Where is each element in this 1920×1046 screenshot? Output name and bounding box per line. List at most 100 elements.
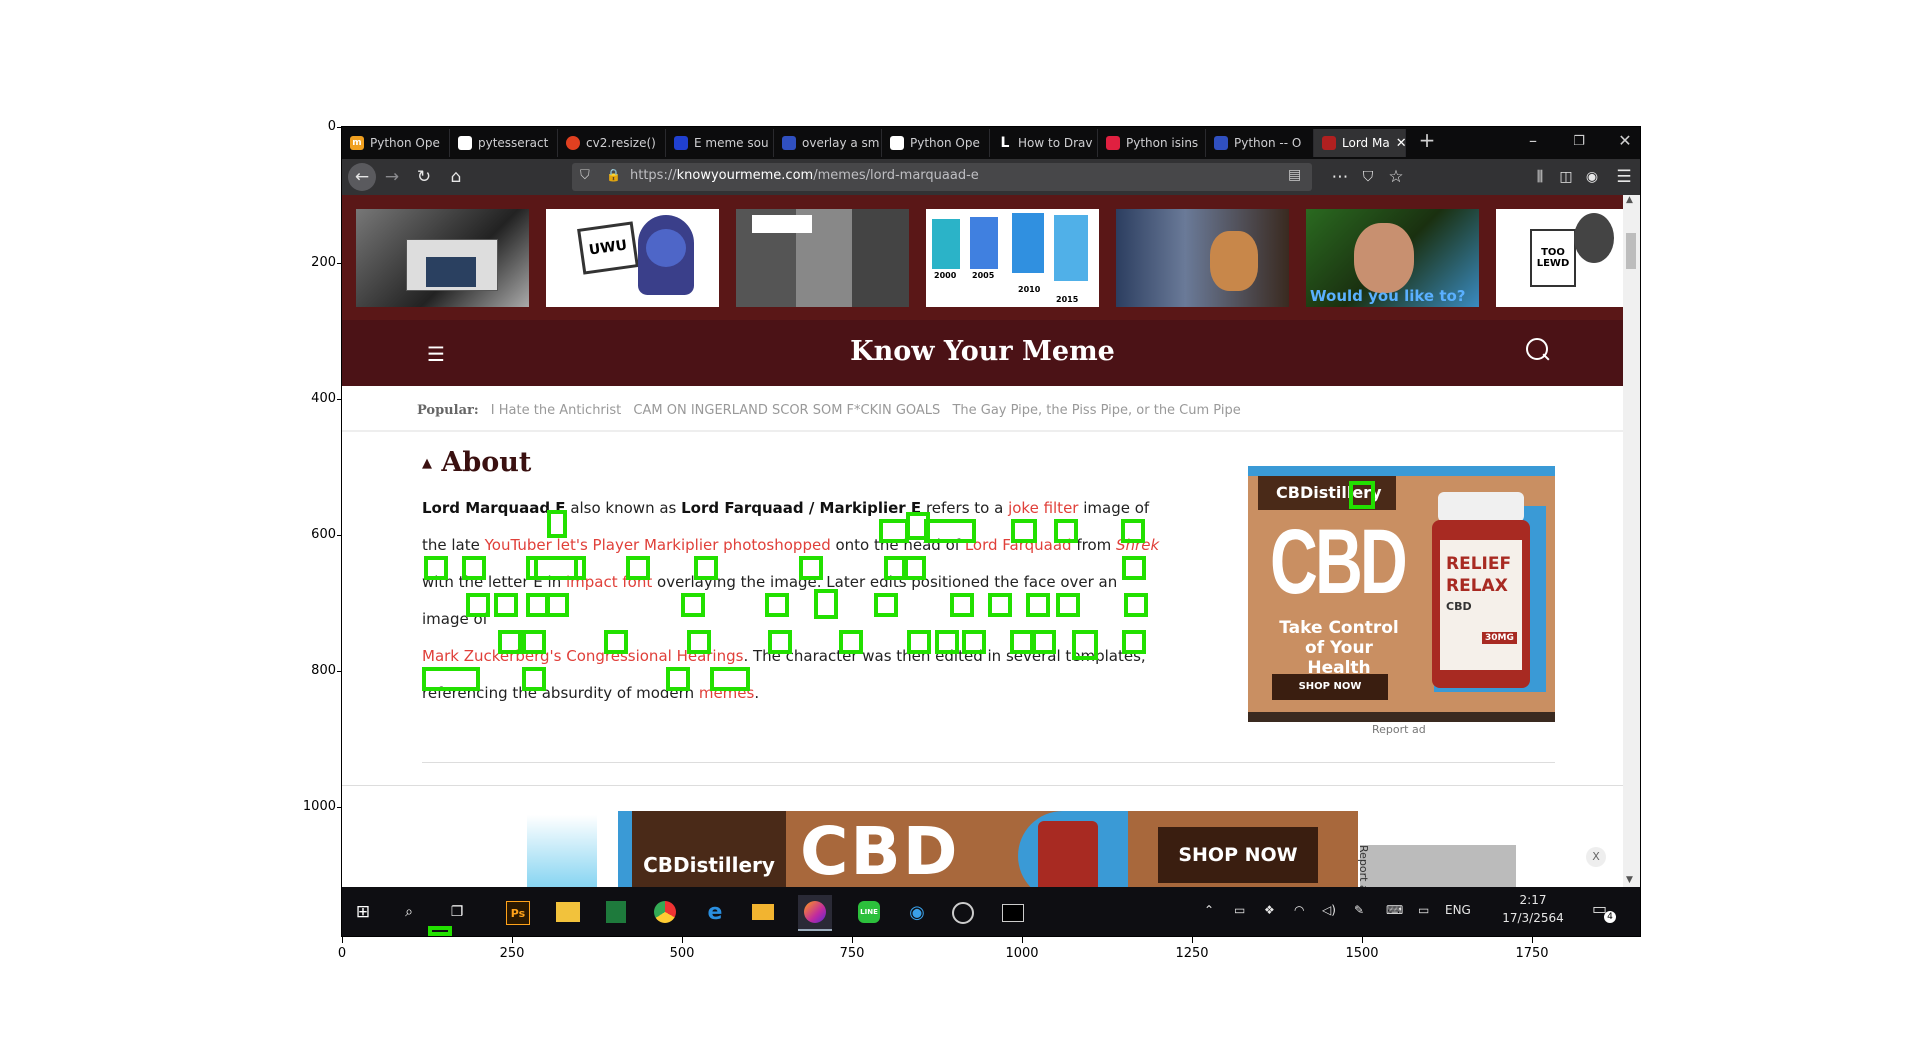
clock-time[interactable]: 2:17 (1498, 893, 1568, 907)
page-scrollbar[interactable]: ▲ ▼ (1623, 195, 1640, 887)
ocr-highlight-box (1056, 593, 1080, 617)
browser-tab[interactable]: pytesseract (450, 129, 558, 157)
x-tick: 750 (839, 946, 865, 961)
trending-thumbnail[interactable]: Would you like to? (1306, 209, 1479, 307)
ad-big-text: CBD (1270, 511, 1408, 613)
browser-tab[interactable]: Python isins (1098, 129, 1206, 157)
account-icon[interactable]: ◉ (1580, 166, 1604, 188)
site-logo[interactable]: Know Your Meme (342, 336, 1623, 367)
ocr-highlight-box (466, 593, 490, 617)
browser-tab-bar: m Python Ope pytesseract cv2.resize() E m… (342, 127, 1640, 159)
search-icon[interactable]: ⌕ (396, 899, 422, 925)
popular-link[interactable]: The Gay Pipe, the Piss Pipe, or the Cum … (952, 403, 1240, 418)
trending-thumbnail[interactable] (736, 209, 909, 307)
reader-view-icon[interactable]: ▤ (1288, 167, 1301, 183)
bookmark-star-icon[interactable]: ☆ (1384, 166, 1408, 188)
trending-thumbnail[interactable]: 2000 2005 2010 2015 (926, 209, 1099, 307)
divider (422, 762, 1555, 763)
sidebar-icon[interactable]: ◫ (1554, 166, 1578, 188)
x-tick: 500 (669, 946, 695, 961)
clock-date[interactable]: 17/3/2564 (1498, 911, 1568, 925)
report-ad-link[interactable]: Report ad (1372, 723, 1426, 736)
obs-icon[interactable] (952, 902, 974, 924)
line-icon[interactable]: LINE (858, 901, 880, 923)
browser-tab[interactable]: cv2.resize() (558, 129, 666, 157)
advertisement-cbd[interactable]: CBDistillery CBD Take Control of Your He… (1248, 466, 1555, 722)
network-icon[interactable]: ◠ (1294, 903, 1304, 917)
advertisement-cbd-banner[interactable]: CBDistillery CBD SHOP NOW (618, 811, 1358, 887)
ocr-highlight-box (522, 630, 546, 654)
back-icon[interactable]: ← (348, 163, 376, 191)
trending-thumbnail[interactable]: UWU (546, 209, 719, 307)
browser-tab[interactable]: E meme sou (666, 129, 774, 157)
battery-icon[interactable]: ▭ (1234, 903, 1245, 917)
new-tab-icon[interactable]: + (1412, 128, 1442, 152)
home-icon[interactable]: ⌂ (444, 166, 468, 188)
trending-thumbnail[interactable] (356, 209, 529, 307)
edge-icon[interactable]: e (702, 899, 728, 925)
collapse-triangle-icon[interactable]: ▲ (422, 456, 432, 471)
forward-icon[interactable]: → (380, 166, 404, 188)
spreadsheet-icon[interactable] (606, 901, 626, 923)
popular-link[interactable]: CAM ON INGERLAND SCOR SOM F*CKIN GOALS (633, 403, 940, 418)
ad-shop-now-button[interactable]: SHOP NOW (1158, 827, 1318, 883)
bottle-label: RELIEF (1446, 554, 1512, 574)
ocr-highlight-box (710, 667, 750, 691)
volume-icon[interactable]: ◁) (1322, 903, 1336, 917)
language-indicator[interactable]: ENG (1445, 903, 1471, 917)
file-explorer-icon[interactable] (556, 902, 580, 922)
terminal-icon[interactable] (1002, 904, 1024, 922)
ocr-highlight-box (962, 630, 986, 654)
y-tick: 0 (327, 119, 336, 134)
shield-icon[interactable]: ⛉ (580, 168, 590, 183)
browser-tab-active[interactable]: Lord Ma ✕ (1314, 129, 1406, 157)
menu-icon[interactable]: ☰ (1612, 166, 1636, 188)
photoshop-icon[interactable]: Ps (506, 901, 530, 925)
minimize-icon[interactable]: – (1518, 131, 1548, 150)
browser-tab[interactable]: overlay a sm (774, 129, 882, 157)
chrome-icon[interactable] (654, 901, 676, 923)
ocr-highlight-box (1011, 519, 1037, 543)
url-bar[interactable]: ⛉ 🔒 https://knowyourmeme.com/memes/lord-… (572, 163, 1312, 191)
blender-icon[interactable]: ◉ (904, 899, 930, 925)
keyboard-icon[interactable]: ⌨ (1386, 903, 1403, 917)
browser-tab[interactable]: L How to Drav (990, 129, 1098, 157)
more-actions-icon[interactable]: ⋯ (1328, 166, 1352, 188)
scroll-up-icon[interactable]: ▲ (1626, 195, 1633, 205)
ocr-highlight-box (907, 630, 931, 654)
windows-start-icon[interactable]: ⊞ (350, 899, 376, 925)
url-text: https://knowyourmeme.com/memes/lord-marq… (630, 168, 979, 183)
restore-icon[interactable]: ❐ (1564, 134, 1594, 149)
trending-thumbnail[interactable]: TOO LEWD (1496, 209, 1623, 307)
show-hidden-icons[interactable]: ⌃ (1204, 903, 1214, 917)
scroll-down-icon[interactable]: ▼ (1626, 875, 1633, 885)
ad-shop-now-button[interactable]: SHOP NOW (1272, 674, 1388, 700)
ocr-highlight-box (799, 556, 823, 580)
browser-tab[interactable]: Python -- O (1206, 129, 1314, 157)
ocr-highlight-box (462, 556, 486, 580)
popular-link[interactable]: I Hate the Antichrist (491, 403, 621, 418)
lock-icon[interactable]: 🔒 (606, 168, 621, 182)
dropbox-icon[interactable]: ❖ (1264, 903, 1275, 917)
trending-thumbnail[interactable] (1116, 209, 1289, 307)
close-tab-icon[interactable]: ✕ (1396, 136, 1405, 151)
browser-tab[interactable]: m Python Ope (342, 129, 450, 157)
close-ad-button[interactable]: X (1586, 847, 1606, 867)
reload-icon[interactable]: ↻ (412, 166, 436, 188)
firefox-icon[interactable] (798, 895, 832, 931)
folder-icon[interactable] (752, 904, 774, 920)
pen-icon[interactable]: ✎ (1354, 903, 1364, 917)
y-tick: 400 (311, 391, 336, 406)
task-view-icon[interactable]: ❐ (444, 899, 470, 925)
x-tick: 1750 (1515, 946, 1549, 961)
report-ad-link[interactable]: Report ad (1357, 845, 1370, 887)
ocr-highlight-box (1032, 630, 1056, 654)
tab-favicon-icon (1214, 136, 1228, 150)
ocr-highlight-box (1054, 519, 1078, 543)
ocr-highlight-box (765, 593, 789, 617)
close-window-icon[interactable]: ✕ (1610, 131, 1640, 150)
browser-tab[interactable]: Python Ope (882, 129, 990, 157)
tablet-icon[interactable]: ▭ (1418, 903, 1429, 917)
library-icon[interactable]: ⫼ (1528, 166, 1552, 188)
pocket-icon[interactable]: ⛉ (1356, 166, 1380, 188)
